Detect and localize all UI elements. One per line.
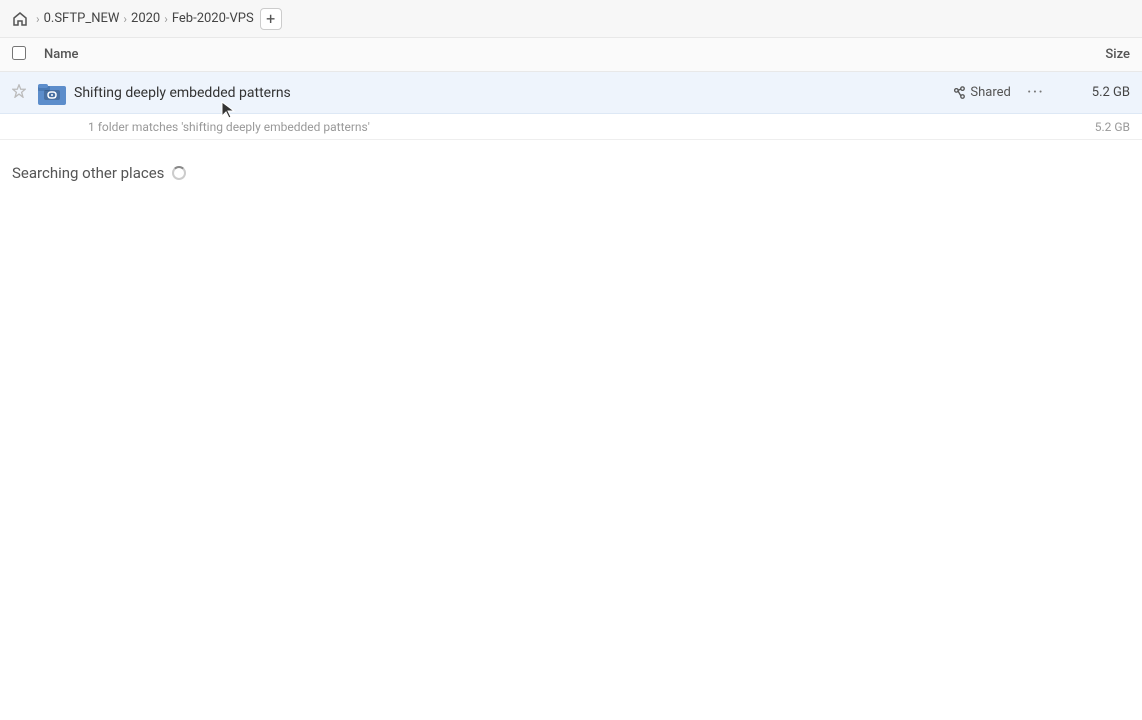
searching-title-text: Searching other places [12,164,164,182]
file-row-shifting[interactable]: Shifting deeply embedded patterns Shared… [0,72,1142,114]
folder-name: Shifting deeply embedded patterns [74,85,952,101]
file-size: 5.2 GB [1060,85,1130,100]
more-options-button[interactable]: ··· [1027,82,1044,103]
match-size: 5.2 GB [1095,120,1130,134]
searching-other-places-section: Searching other places [0,140,1142,194]
column-header: Name Size [0,38,1142,72]
breadcrumb-sep-2: › [123,12,127,26]
home-breadcrumb[interactable] [12,11,28,27]
breadcrumb-item-1[interactable]: 2020 [131,11,160,26]
add-breadcrumb-button[interactable]: + [260,8,282,30]
shared-badge[interactable]: Shared [952,85,1010,100]
match-text: 1 folder matches 'shifting deeply embedd… [88,120,370,134]
searching-title: Searching other places [12,164,1130,182]
breadcrumb-sep-1: › [36,12,40,26]
breadcrumb-item-0[interactable]: 0.SFTP_NEW [44,11,120,26]
select-all-checkbox[interactable] [12,46,36,64]
loading-spinner [172,166,186,180]
star-icon[interactable] [12,84,32,102]
more-icon: ··· [1027,82,1044,103]
select-all-input[interactable] [12,46,26,60]
shared-label: Shared [970,85,1010,100]
breadcrumb-item-2[interactable]: Feb-2020-VPS [172,11,254,26]
breadcrumb-sep-3: › [164,12,168,26]
breadcrumb-bar: › 0.SFTP_NEW › 2020 › Feb-2020-VPS + [0,0,1142,38]
size-column-header: Size [1050,47,1130,62]
folder-icon [38,79,66,107]
name-column-header: Name [44,47,1050,62]
match-info-bar: 1 folder matches 'shifting deeply embedd… [0,114,1142,140]
